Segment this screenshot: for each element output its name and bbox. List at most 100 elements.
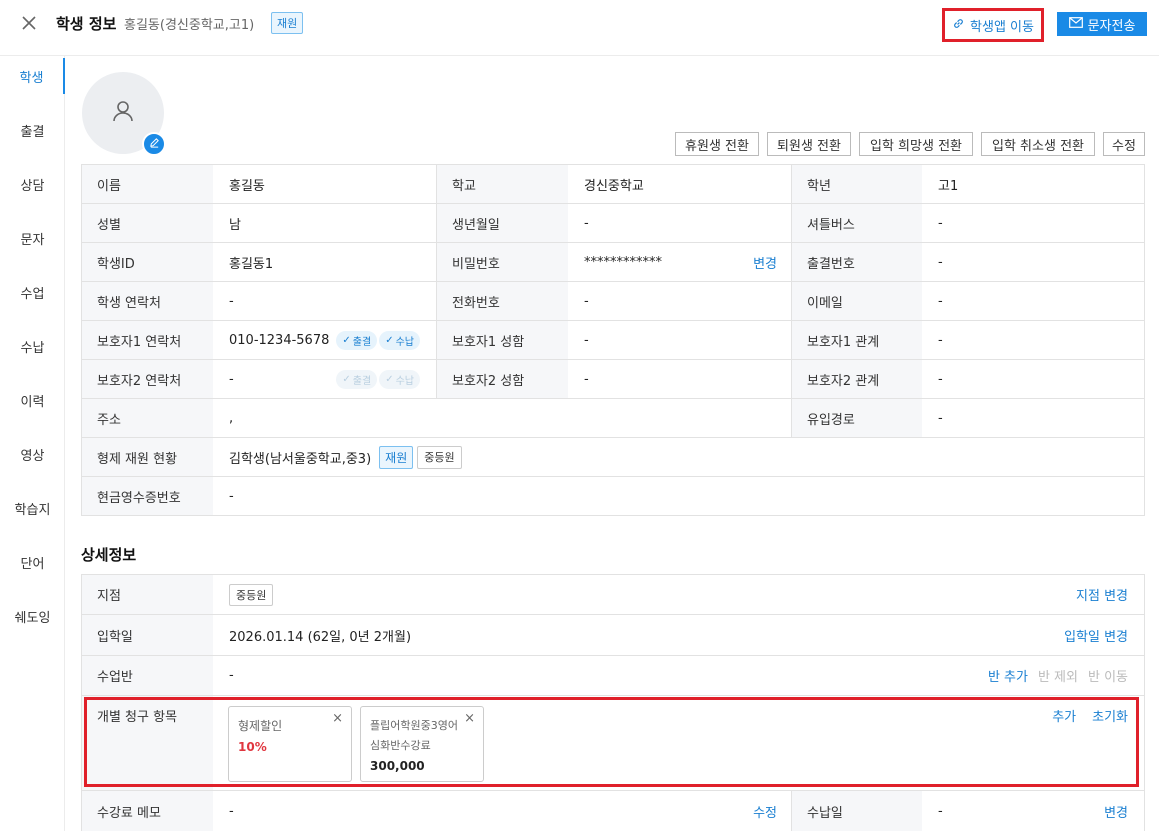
grade-value: 고1 <box>938 178 959 194</box>
to-cancel-button[interactable]: 입학 취소생 전환 <box>981 132 1095 156</box>
sidebar-item-worksheet[interactable]: 학습지 <box>0 490 65 526</box>
sidebar-item-words[interactable]: 단어 <box>0 544 65 580</box>
sidebar: 학생 출결 상담 문자 수업 수납 이력 영상 학습지 단어 쉐도잉 <box>0 56 65 831</box>
memo-cell: - 수정 <box>213 791 791 831</box>
sidebar-item-counsel[interactable]: 상담 <box>0 166 65 202</box>
payment-notify-pill[interactable]: ✓ 수납 <box>379 330 420 350</box>
sidebar-item-shadowing[interactable]: 쉐도잉 <box>0 598 65 634</box>
status-badge: 재원 <box>271 12 304 34</box>
sidebar-item-video[interactable]: 영상 <box>0 436 65 472</box>
password-change-link[interactable]: 변경 <box>753 253 777 272</box>
guardian1-contact-cell: 010-1234-5678 ✓ 출결 ✓ 수납 <box>213 321 436 359</box>
billing-item-card[interactable]: × 플립어학원중3영어 심화반수강료 300,000 <box>360 706 484 782</box>
table-row: 보호자1 연락처 010-1234-5678 ✓ 출결 ✓ 수납 보호자1 성함 -… <box>82 321 1144 360</box>
enroll-change-cell: 입학일 변경 <box>1064 615 1128 655</box>
address-value: , <box>229 410 234 426</box>
table-row: 형제 재원 현황 김학생(남서울중학교,중3) 재원 중등원 <box>82 438 1144 477</box>
to-leave-button[interactable]: 휴원생 전환 <box>675 132 759 156</box>
send-sms-label: 문자전송 <box>1087 18 1136 34</box>
table-row: 학생ID 홍길동1 비밀번호 ************ 변경 출결번호 - <box>82 243 1144 282</box>
sibling-value: 김학생(남서울중학교,중3) <box>229 451 372 467</box>
source-label: 유입경로 <box>792 399 922 437</box>
class-label: 수업반 <box>82 656 213 695</box>
password-label: 비밀번호 <box>437 243 568 281</box>
sidebar-item-class[interactable]: 수업 <box>0 274 65 310</box>
to-withdraw-button[interactable]: 퇴원생 전환 <box>767 132 851 156</box>
school-value: 경신중학교 <box>584 178 644 194</box>
guardian2-relation-value: - <box>938 371 943 387</box>
student-info-table: 이름 홍길동 학교 경신중학교 학년 고1 성별 남 생년월일 - 셔틀버스 -… <box>81 164 1145 516</box>
billing-item-name-line2: 심화반수강료 <box>370 739 431 752</box>
link-icon <box>952 17 965 34</box>
payday-change-link[interactable]: 변경 <box>1104 802 1128 821</box>
class-add-link[interactable]: 반 추가 <box>988 666 1028 685</box>
enroll-change-link[interactable]: 입학일 변경 <box>1064 626 1128 645</box>
sibling-cell: 김학생(남서울중학교,중3) 재원 중등원 <box>213 438 1144 476</box>
receipt-label: 현금영수증번호 <box>82 477 213 515</box>
memo-label: 수강료 메모 <box>82 791 213 831</box>
guardian1-contact-label: 보호자1 연락처 <box>82 321 213 359</box>
billing-reset-link[interactable]: 초기화 <box>1092 706 1128 725</box>
source-value: - <box>938 410 943 426</box>
sidebar-item-student[interactable]: 학생 <box>0 58 65 94</box>
close-icon[interactable] <box>18 12 40 34</box>
mail-icon <box>1068 16 1083 32</box>
billing-add-link[interactable]: 추가 <box>1052 706 1076 725</box>
guardian2-notify-pills: ✓ 출결 ✓ 수납 <box>336 369 420 389</box>
send-sms-button[interactable]: 문자전송 <box>1057 12 1147 36</box>
header: 학생 정보 홍길동(경신중학교,고1) 재원 학생앱 이동 문자전송 <box>0 0 1159 56</box>
guardian1-name-value: - <box>584 332 589 348</box>
edit-button[interactable]: 수정 <box>1103 132 1145 156</box>
billing-item-card[interactable]: × 형제할인 10% <box>228 706 352 782</box>
sidebar-item-history[interactable]: 이력 <box>0 382 65 418</box>
to-hope-button[interactable]: 입학 희망생 전환 <box>859 132 973 156</box>
guardian1-name-label: 보호자1 성함 <box>437 321 568 359</box>
sidebar-item-attendance[interactable]: 출결 <box>0 112 65 148</box>
bus-label: 셔틀버스 <box>792 204 922 242</box>
class-remove-link[interactable]: 반 제외 <box>1038 666 1078 685</box>
table-row: 주소 , 유입경로 - <box>82 399 1144 438</box>
student-id-value: 홍길동1 <box>229 256 274 272</box>
attendance-no-label: 출결번호 <box>792 243 922 281</box>
name-value: 홍길동 <box>229 178 265 194</box>
password-cell: ************ 변경 <box>568 243 791 281</box>
attendance-notify-pill[interactable]: ✓ 출결 <box>336 330 378 350</box>
enroll-label: 입학일 <box>82 615 213 655</box>
table-row: 학생 연락처 - 전화번호 - 이메일 - <box>82 282 1144 321</box>
branch-change-cell: 지점 변경 <box>1076 575 1128 614</box>
payday-value: - <box>938 803 943 819</box>
branch-change-link[interactable]: 지점 변경 <box>1076 585 1128 604</box>
close-icon[interactable]: × <box>464 711 475 726</box>
grade-label: 학년 <box>792 165 922 203</box>
payment-notify-pill[interactable]: ✓ 수납 <box>379 369 420 389</box>
class-move-link[interactable]: 반 이동 <box>1088 666 1128 685</box>
sidebar-item-sms[interactable]: 문자 <box>0 220 65 256</box>
sibling-status-badge: 재원 <box>379 445 414 469</box>
payday-cell: - 변경 <box>922 791 1144 831</box>
phone-value: - <box>584 293 589 309</box>
sidebar-item-payment[interactable]: 수납 <box>0 328 65 364</box>
branch-badge: 중등원 <box>229 583 274 606</box>
guardian1-notify-pills: ✓ 출결 ✓ 수납 <box>336 330 420 350</box>
attendance-notify-pill[interactable]: ✓ 출결 <box>336 369 378 389</box>
avatar-edit-button[interactable] <box>142 132 166 156</box>
school-label: 학교 <box>437 165 568 203</box>
student-id-label: 학생ID <box>82 243 213 281</box>
table-row: 이름 홍길동 학교 경신중학교 학년 고1 <box>82 165 1144 204</box>
student-app-link[interactable]: 학생앱 이동 <box>942 8 1044 42</box>
memo-edit-link[interactable]: 수정 <box>753 802 777 821</box>
guardian2-contact-value: - <box>229 371 234 387</box>
billing-item-amount: 10% <box>238 740 267 754</box>
table-row: 수강료 메모 - 수정 수납일 - 변경 <box>82 791 1144 831</box>
detail-table: 지점 중등원 지점 변경 입학일 2026.01.14 (62일, 0년 2개월… <box>81 574 1145 831</box>
table-row: 현금영수증번호 - <box>82 477 1144 516</box>
password-value: ************ <box>584 254 662 270</box>
billing-item-name: 형제할인 <box>238 719 283 733</box>
close-icon[interactable]: × <box>332 711 343 726</box>
receipt-value: - <box>229 488 234 504</box>
table-row: 입학일 2026.01.14 (62일, 0년 2개월) 입학일 변경 <box>82 615 1144 656</box>
guardian2-relation-label: 보호자2 관계 <box>792 360 922 398</box>
billing-label: 개별 청구 항목 <box>82 696 213 790</box>
attendance-no-value: - <box>938 254 943 270</box>
sibling-label: 형제 재원 현황 <box>82 438 213 476</box>
